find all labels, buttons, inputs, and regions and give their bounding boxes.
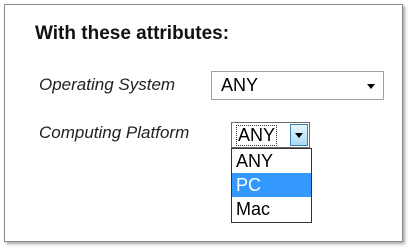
- computing-platform-options: ANY PC Mac: [231, 148, 312, 223]
- operating-system-label: Operating System: [39, 75, 176, 94]
- option-pc[interactable]: PC: [232, 173, 311, 197]
- computing-platform-select[interactable]: ANY: [231, 122, 310, 148]
- dropdown-arrow-button[interactable]: [290, 124, 308, 146]
- chevron-down-icon: [295, 133, 303, 138]
- operating-system-value: ANY: [221, 75, 259, 95]
- operating-system-select[interactable]: ANY: [211, 71, 384, 100]
- computing-platform-label: Computing Platform: [39, 123, 190, 142]
- option-mac[interactable]: Mac: [232, 197, 311, 221]
- panel-title: With these attributes:: [35, 23, 230, 44]
- computing-platform-value: ANY: [236, 125, 278, 146]
- option-any[interactable]: ANY: [232, 149, 311, 173]
- chevron-down-icon: [367, 84, 375, 89]
- attributes-panel: With these attributes: Operating System …: [4, 4, 403, 242]
